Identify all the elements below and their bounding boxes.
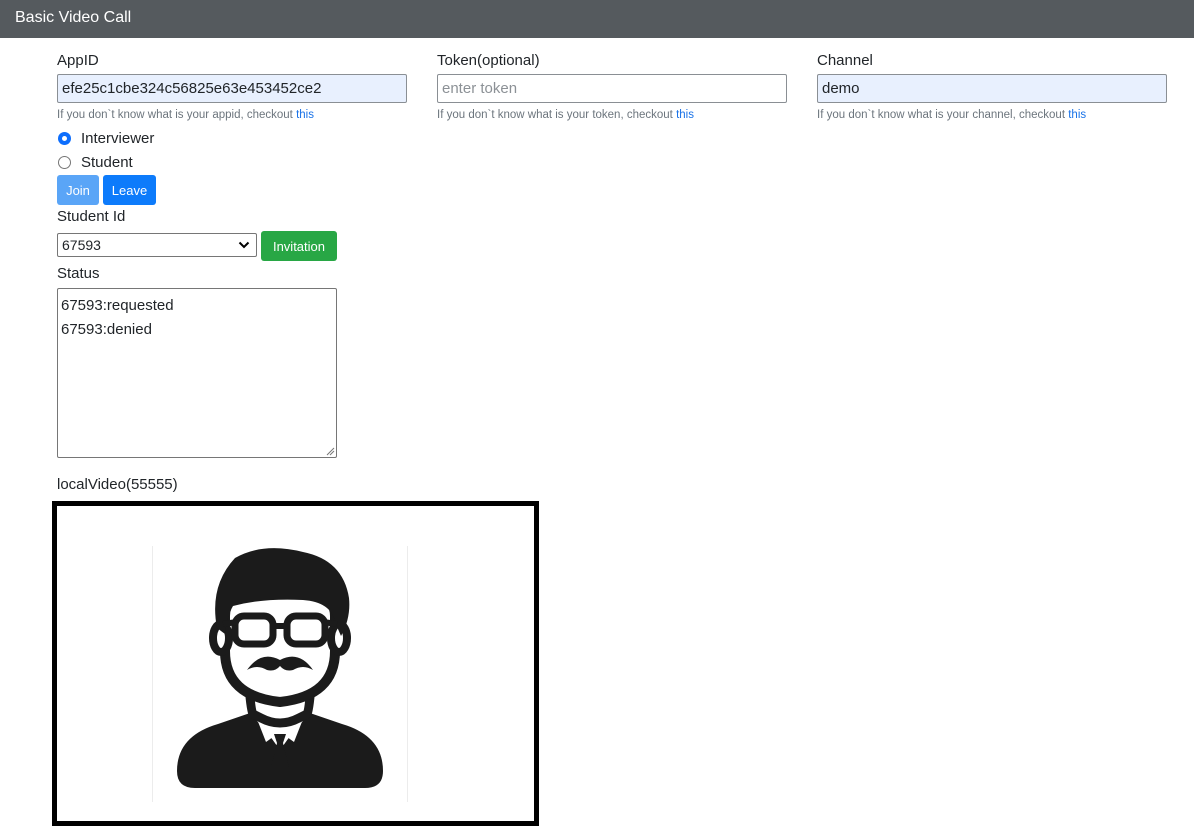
- resize-handle-icon[interactable]: [325, 446, 335, 456]
- appid-help-link[interactable]: this: [296, 109, 314, 121]
- student-radio[interactable]: [58, 155, 71, 169]
- student-id-label: Student Id: [57, 208, 126, 225]
- student-id-select[interactable]: 67593: [57, 233, 257, 257]
- interviewer-label: Interviewer: [81, 129, 155, 147]
- role-interviewer[interactable]: Interviewer: [57, 127, 154, 149]
- avatar-placeholder: [152, 546, 408, 802]
- channel-input[interactable]: [817, 74, 1167, 103]
- status-textarea[interactable]: 67593:requested 67593:denied: [57, 288, 337, 458]
- interviewer-radio[interactable]: [58, 131, 71, 145]
- invitation-button[interactable]: Invitation: [261, 231, 337, 261]
- status-line: 67593:denied: [61, 321, 152, 338]
- chevron-down-icon: [238, 241, 250, 249]
- student-label: Student: [81, 153, 133, 171]
- leave-button[interactable]: Leave: [103, 175, 156, 205]
- channel-group: Channel If you don`t know what is your c…: [817, 52, 1167, 121]
- join-button[interactable]: Join: [57, 175, 99, 205]
- token-label: Token(optional): [437, 52, 540, 69]
- appid-help: If you don`t know what is your appid, ch…: [57, 109, 314, 121]
- appid-group: AppID If you don`t know what is your app…: [57, 52, 407, 121]
- local-video-label: localVideo(55555): [57, 476, 178, 493]
- channel-label: Channel: [817, 52, 873, 69]
- status-line: 67593:requested: [61, 297, 174, 314]
- navbar: Basic Video Call: [0, 0, 1194, 38]
- app-title: Basic Video Call: [15, 9, 132, 26]
- role-student[interactable]: Student: [57, 151, 133, 173]
- appid-input[interactable]: [57, 74, 407, 103]
- appid-label: AppID: [57, 52, 99, 69]
- token-group: Token(optional) If you don`t know what i…: [437, 52, 787, 121]
- status-label: Status: [57, 265, 100, 282]
- person-avatar-icon: [177, 548, 383, 788]
- token-input[interactable]: [437, 74, 787, 103]
- channel-help: If you don`t know what is your channel, …: [817, 109, 1087, 121]
- token-help-link[interactable]: this: [676, 109, 694, 121]
- student-id-value: 67593: [62, 237, 101, 253]
- channel-help-link[interactable]: this: [1068, 109, 1086, 121]
- local-video-player: [52, 501, 539, 826]
- token-help: If you don`t know what is your token, ch…: [437, 109, 694, 121]
